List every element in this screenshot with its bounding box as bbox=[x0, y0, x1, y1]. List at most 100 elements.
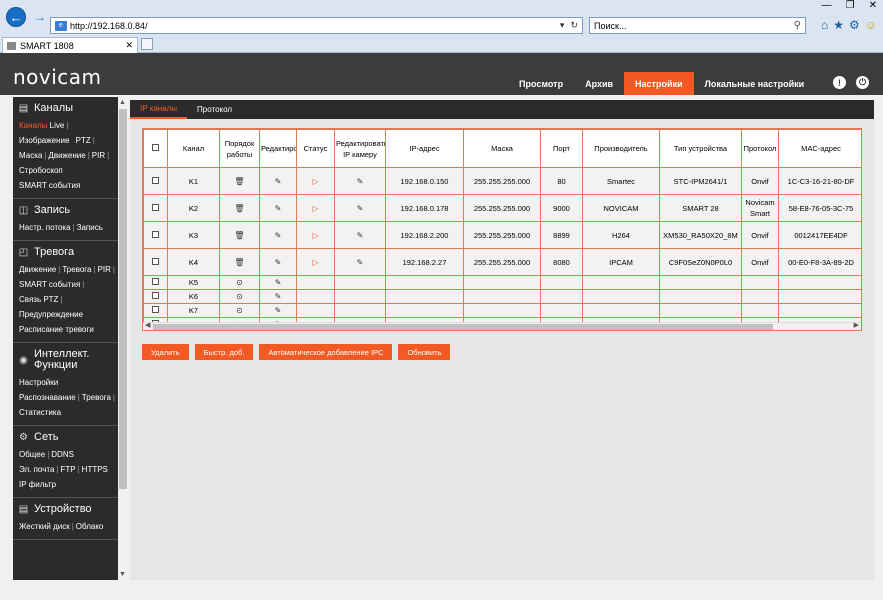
trash-icon[interactable]: 🗑 bbox=[234, 257, 244, 268]
play-icon[interactable]: ▷ bbox=[312, 230, 318, 241]
pencil-icon[interactable]: ✎ bbox=[275, 176, 282, 187]
sidebar-head-alarm[interactable]: ◰ Тревога bbox=[13, 241, 118, 262]
pencil-icon[interactable]: ✎ bbox=[275, 203, 282, 214]
scroll-down-icon[interactable]: ▼ bbox=[119, 571, 126, 578]
back-arrow-icon[interactable]: ← bbox=[6, 7, 26, 27]
sidebar-item-cloud[interactable]: Облако bbox=[76, 522, 104, 531]
sidebar-head-device[interactable]: ▤ Устройство bbox=[13, 498, 118, 519]
search-icon[interactable]: ⚲ bbox=[794, 20, 801, 31]
scroll-right-icon[interactable]: ▶ bbox=[854, 321, 859, 329]
sidebar-item-channels[interactable]: Каналы bbox=[19, 121, 47, 130]
delete-button[interactable]: Удалить bbox=[142, 344, 189, 360]
sidebar-item-alarm-pir[interactable]: PIR bbox=[98, 265, 111, 274]
sidebar-item-email[interactable]: Эл. почта bbox=[19, 465, 54, 474]
row-checkbox[interactable] bbox=[152, 203, 159, 211]
nav-local-settings[interactable]: Локальные настройки bbox=[694, 72, 816, 95]
sidebar-item-general[interactable]: Общее bbox=[19, 450, 45, 459]
row-checkbox[interactable] bbox=[152, 257, 159, 265]
table-row[interactable]: K3 🗑 ✎ ▷ ✎ 192.168.2.200 255.255.255.000… bbox=[143, 221, 861, 249]
sidebar-item-recording[interactable]: Запись bbox=[77, 223, 103, 232]
refresh-button[interactable]: Обновить bbox=[398, 344, 451, 360]
sidebar-item-intel-settings[interactable]: Настройки bbox=[19, 378, 58, 387]
edit-camera-icon[interactable]: ✎ bbox=[357, 257, 364, 268]
alert-icon[interactable]: ! bbox=[833, 76, 846, 89]
sidebar-head-channels[interactable]: ▤ Каналы bbox=[13, 97, 118, 118]
sidebar-item-image[interactable]: Изображение bbox=[19, 136, 69, 145]
table-row[interactable]: K4 🗑 ✎ ▷ ✎ 192.168.2.27 255.255.255.000 … bbox=[143, 248, 861, 276]
refresh-icon[interactable]: ↻ bbox=[570, 20, 578, 31]
add-circle-icon[interactable]: ⊙ bbox=[236, 277, 243, 288]
pencil-icon[interactable]: ✎ bbox=[275, 305, 282, 316]
sidebar-head-record[interactable]: ◫ Запись bbox=[13, 199, 118, 220]
header-select[interactable] bbox=[143, 129, 168, 168]
tab-ip-channels[interactable]: IP каналы bbox=[130, 100, 188, 119]
smiley-icon[interactable]: ☺ bbox=[865, 18, 877, 32]
home-icon[interactable]: ⌂ bbox=[821, 18, 828, 32]
sidebar-scrollbar[interactable]: ▲ ▼ bbox=[118, 97, 128, 580]
trash-icon[interactable]: 🗑 bbox=[234, 176, 244, 187]
sidebar-item-https[interactable]: HTTPS bbox=[82, 465, 108, 474]
search-input[interactable]: Поиск... ⚲ bbox=[589, 17, 806, 34]
sidebar-item-alarm-schedule[interactable]: Расписание тревоги bbox=[19, 325, 94, 334]
row-checkbox[interactable] bbox=[152, 176, 159, 184]
sidebar-item-pir[interactable]: PIR bbox=[92, 151, 105, 160]
table-row[interactable]: K6 ⊙ ✎ bbox=[143, 289, 861, 304]
pencil-icon[interactable]: ✎ bbox=[275, 230, 282, 241]
row-checkbox[interactable] bbox=[152, 292, 159, 299]
scroll-thumb[interactable] bbox=[119, 109, 127, 489]
sidebar-item-ptz[interactable]: PTZ bbox=[76, 136, 91, 145]
sidebar-head-network[interactable]: ⚙ Сеть bbox=[13, 426, 118, 447]
address-text[interactable]: http://192.168.0.84/ bbox=[70, 21, 560, 31]
sidebar-item-alarm-smart[interactable]: SMART события bbox=[19, 280, 80, 289]
dropdown-icon[interactable]: ▾ bbox=[560, 20, 565, 31]
sidebar-item-live[interactable]: Live bbox=[50, 121, 65, 130]
pencil-icon[interactable]: ✎ bbox=[275, 291, 282, 302]
quick-add-button[interactable]: Быстр. доб. bbox=[194, 344, 254, 360]
nav-view[interactable]: Просмотр bbox=[508, 72, 574, 95]
star-icon[interactable]: ★ bbox=[833, 18, 844, 32]
row-checkbox[interactable] bbox=[152, 278, 159, 285]
power-icon[interactable]: ⏻ bbox=[856, 76, 869, 89]
sidebar-item-hdd[interactable]: Жесткий диск bbox=[19, 522, 70, 531]
sidebar-item-statistics[interactable]: Статистика bbox=[19, 408, 61, 417]
edit-camera-icon[interactable]: ✎ bbox=[357, 176, 364, 187]
restore-icon[interactable]: ❐ bbox=[846, 0, 855, 11]
play-icon[interactable]: ▷ bbox=[312, 257, 318, 268]
scroll-left-icon[interactable]: ◀ bbox=[145, 321, 150, 329]
hscroll-thumb[interactable] bbox=[153, 324, 773, 330]
trash-icon[interactable]: 🗑 bbox=[234, 230, 244, 241]
scroll-up-icon[interactable]: ▲ bbox=[119, 99, 126, 106]
table-row[interactable]: K5 ⊙ ✎ bbox=[143, 275, 861, 290]
sidebar-item-smart-events[interactable]: SMART события bbox=[19, 181, 80, 190]
table-hscrollbar[interactable]: ◀ ▶ bbox=[143, 322, 861, 330]
sidebar-item-ftp[interactable]: FTP bbox=[60, 465, 75, 474]
pencil-icon[interactable]: ✎ bbox=[275, 277, 282, 288]
row-checkbox[interactable] bbox=[152, 230, 159, 238]
nav-archive[interactable]: Архив bbox=[574, 72, 624, 95]
tab-protocol[interactable]: Протокол bbox=[187, 100, 242, 119]
sidebar-item-ip-filter[interactable]: IP фильтр bbox=[19, 480, 56, 489]
add-circle-icon[interactable]: ⊙ bbox=[236, 305, 243, 316]
address-bar[interactable]: e http://192.168.0.84/ ▾ ↻ bbox=[50, 17, 583, 34]
sidebar-item-ddns[interactable]: DDNS bbox=[51, 450, 74, 459]
new-tab-button[interactable] bbox=[141, 38, 153, 50]
sidebar-item-alarm-motion[interactable]: Движение bbox=[19, 265, 56, 274]
table-row[interactable]: K1 🗑 ✎ ▷ ✎ 192.168.0.150 255.255.255.000… bbox=[143, 167, 861, 195]
sidebar-item-motion[interactable]: Движение bbox=[48, 151, 85, 160]
add-circle-icon[interactable]: ⊙ bbox=[236, 291, 243, 302]
sidebar-item-alarm[interactable]: Тревога bbox=[62, 265, 91, 274]
sidebar-item-mask[interactable]: Маска bbox=[19, 151, 42, 160]
sidebar-head-intel[interactable]: ◉ Интеллект. Функции bbox=[13, 343, 118, 375]
sidebar-item-ptz-link[interactable]: Связь PTZ bbox=[19, 295, 58, 304]
close-icon[interactable]: ✕ bbox=[869, 0, 877, 11]
play-icon[interactable]: ▷ bbox=[312, 176, 318, 187]
row-checkbox[interactable] bbox=[152, 306, 159, 313]
forward-arrow-icon[interactable]: → bbox=[30, 7, 50, 27]
sidebar-item-intel-alarm[interactable]: Тревога bbox=[82, 393, 111, 402]
edit-camera-icon[interactable]: ✎ bbox=[357, 230, 364, 241]
pencil-icon[interactable]: ✎ bbox=[275, 257, 282, 268]
play-icon[interactable]: ▷ bbox=[312, 203, 318, 214]
sidebar-item-stream[interactable]: Настр. потока bbox=[19, 223, 71, 232]
sidebar-item-recognition[interactable]: Распознавание bbox=[19, 393, 76, 402]
nav-settings[interactable]: Настройки bbox=[624, 72, 694, 95]
